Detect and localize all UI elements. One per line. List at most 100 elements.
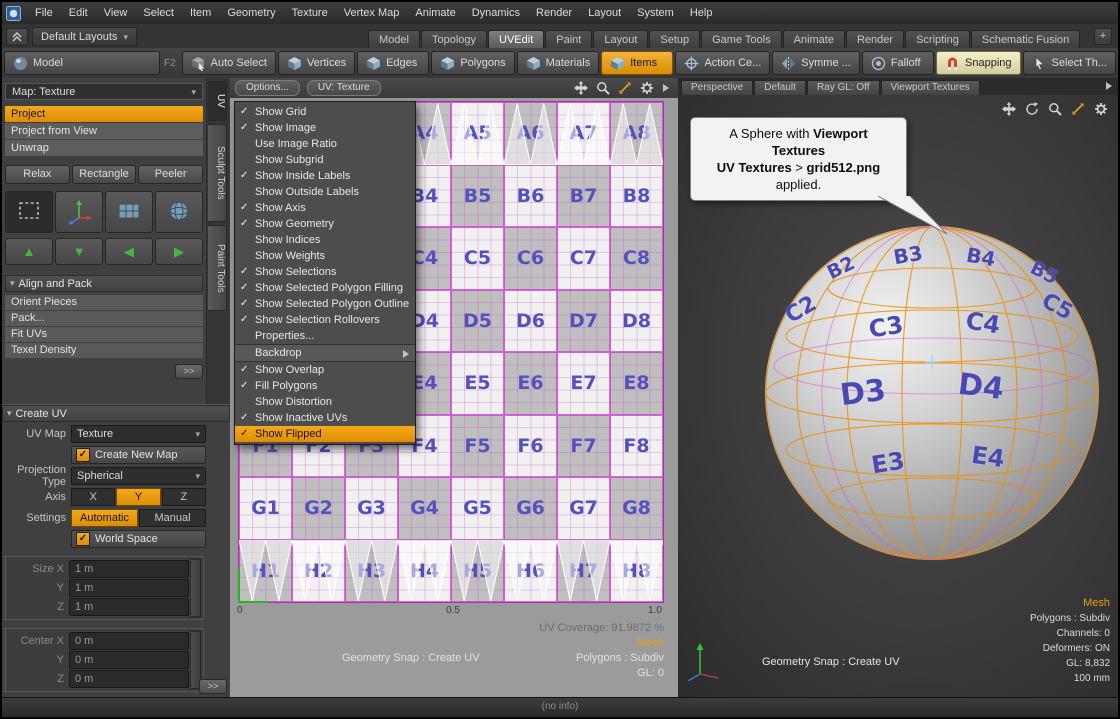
menu-option-show-overlap[interactable]: ✓Show Overlap — [235, 362, 415, 378]
axis-y-button[interactable]: Y — [116, 488, 160, 506]
layout-tab-paint[interactable]: Paint — [545, 30, 592, 48]
toolbar-button-edges[interactable]: Edges — [357, 51, 429, 75]
settings-automatic-button[interactable]: Automatic — [71, 509, 138, 527]
gear-icon[interactable] — [1094, 102, 1108, 116]
layout-tab-uvedit[interactable]: UVEdit — [488, 30, 544, 48]
zoom-icon[interactable] — [1048, 102, 1062, 116]
fit-view-icon[interactable] — [1071, 102, 1085, 116]
menu-option-show-selected-polygon-outline[interactable]: ✓Show Selected Polygon Outline — [235, 296, 415, 312]
fit-uvs-button[interactable]: Fit UVs — [5, 327, 203, 342]
menu-option-show-inactive-uvs[interactable]: ✓Show Inactive UVs — [235, 410, 415, 426]
uv-grid-cell-f6[interactable]: F6 — [504, 415, 557, 478]
toolbar-button-vertices[interactable]: Vertices — [278, 51, 355, 75]
align-pack-more-button[interactable]: >> — [175, 364, 203, 379]
layout-tab-layout[interactable]: Layout — [593, 30, 648, 48]
center-field-center-x[interactable]: 0 m — [69, 632, 189, 650]
menu-item-edit[interactable]: Edit — [61, 7, 96, 19]
size-mini-slider[interactable] — [190, 559, 201, 617]
layout-tab-animate[interactable]: Animate — [783, 30, 845, 48]
uv-grid-cell-d6[interactable]: D6 — [504, 290, 557, 353]
uv-grid-cell-g2[interactable]: G2 — [292, 477, 345, 540]
viewport-canvas[interactable]: B2B3B4B5C2C3C4C5D3D4E3E4 A Sphere with V… — [678, 95, 1118, 698]
uv-grid-cell-b6[interactable]: B6 — [504, 165, 557, 228]
uv-grid-cell-h1[interactable]: H1 — [239, 540, 292, 603]
layout-tab-schematic-fusion[interactable]: Schematic Fusion — [971, 30, 1080, 48]
list-item-project[interactable]: Project — [5, 106, 203, 122]
create-uv-header[interactable]: Create UV — [2, 405, 230, 422]
uv-grid-cell-c7[interactable]: C7 — [557, 227, 610, 290]
uv-grid-cell-g4[interactable]: G4 — [398, 477, 451, 540]
toolbar-button-falloff[interactable]: Falloff — [862, 51, 934, 75]
axis-z-button[interactable]: Z — [162, 488, 206, 506]
menu-option-fill-polygons[interactable]: ✓Fill Polygons — [235, 378, 415, 394]
uv-grid-cell-h2[interactable]: H2 — [292, 540, 345, 603]
uv-grid-cell-d7[interactable]: D7 — [557, 290, 610, 353]
move-right-button[interactable]: ▶ — [155, 238, 203, 265]
toolbar-button-items[interactable]: Items — [601, 51, 673, 75]
map-texture-dropdown[interactable]: Map: Texture — [5, 83, 203, 100]
menu-item-animate[interactable]: Animate — [407, 7, 463, 19]
menu-item-render[interactable]: Render — [528, 7, 580, 19]
viewport-tab-perspective[interactable]: Perspective — [681, 80, 753, 96]
uv-grid-cell-c8[interactable]: C8 — [610, 227, 663, 290]
uv-grid-cell-d8[interactable]: D8 — [610, 290, 663, 353]
tab-overflow-icon[interactable] — [1103, 81, 1115, 96]
menu-option-show-axis[interactable]: ✓Show Axis — [235, 200, 415, 216]
uv-grid-cell-a5[interactable]: A5 — [451, 102, 504, 165]
axis-x-button[interactable]: X — [71, 488, 115, 506]
uv-grid-cell-c6[interactable]: C6 — [504, 227, 557, 290]
menu-option-show-selected-polygon-filling[interactable]: ✓Show Selected Polygon Filling — [235, 280, 415, 296]
menu-item-dynamics[interactable]: Dynamics — [464, 7, 528, 19]
vertical-tab-sculpt-tools[interactable]: Sculpt Tools — [208, 124, 227, 222]
layout-tab-game-tools[interactable]: Game Tools — [701, 30, 782, 48]
model-preset-button[interactable]: Model — [4, 51, 160, 75]
relax-button[interactable]: Relax — [5, 165, 70, 184]
zoom-icon[interactable] — [596, 81, 610, 95]
viewport-tab-viewport-textures[interactable]: Viewport Textures — [881, 80, 980, 96]
menu-option-show-weights[interactable]: Show Weights — [235, 248, 415, 264]
uv-grid-cell-e5[interactable]: E5 — [451, 352, 504, 415]
pan-icon[interactable] — [1002, 102, 1016, 116]
uv-grid-cell-h8[interactable]: H8 — [610, 540, 663, 603]
align-and-pack-header[interactable]: Align and Pack — [5, 275, 203, 292]
size-field-z[interactable]: 1 m — [69, 598, 189, 616]
world-space-checkbox[interactable]: ✓ World Space — [71, 530, 206, 548]
pan-icon[interactable] — [574, 81, 588, 95]
menu-item-layout[interactable]: Layout — [580, 7, 629, 19]
uv-grid-cell-h3[interactable]: H3 — [345, 540, 398, 603]
pack-button[interactable]: Pack... — [5, 311, 203, 326]
menu-item-select[interactable]: Select — [135, 7, 182, 19]
uv-grid-cell-h4[interactable]: H4 — [398, 540, 451, 603]
uv-grid-cell-d5[interactable]: D5 — [451, 290, 504, 353]
list-item-unwrap[interactable]: Unwrap — [5, 140, 203, 156]
move-down-button[interactable]: ▼ — [55, 238, 103, 265]
menu-option-show-distortion[interactable]: Show Distortion — [235, 394, 415, 410]
uv-grid-cell-h5[interactable]: H5 — [451, 540, 504, 603]
transform-button[interactable] — [55, 191, 103, 233]
uv-grid-cell-h6[interactable]: H6 — [504, 540, 557, 603]
viewport-tab-ray-gl-off[interactable]: Ray GL: Off — [807, 80, 880, 96]
uv-grid-cell-b5[interactable]: B5 — [451, 165, 504, 228]
uv-grid-cell-b7[interactable]: B7 — [557, 165, 610, 228]
uv-grid-cell-g1[interactable]: G1 — [239, 477, 292, 540]
layout-tab-scripting[interactable]: Scripting — [905, 30, 970, 48]
uv-grid-cell-f7[interactable]: F7 — [557, 415, 610, 478]
menu-option-show-geometry[interactable]: ✓Show Geometry — [235, 216, 415, 232]
uv-grid-cell-g8[interactable]: G8 — [610, 477, 663, 540]
options-button[interactable]: Options... — [235, 80, 300, 96]
menu-option-show-grid[interactable]: ✓Show Grid — [235, 104, 415, 120]
rectangle-button[interactable]: Rectangle — [72, 165, 137, 184]
uv-texture-view-button[interactable]: UV: Texture — [307, 80, 381, 96]
menu-item-texture[interactable]: Texture — [284, 7, 336, 19]
menu-option-show-flipped[interactable]: ✓Show Flipped — [235, 426, 415, 442]
layout-tab-model[interactable]: Model — [368, 30, 420, 48]
toolbar-button-action-ce[interactable]: Action Ce... — [675, 51, 770, 75]
uv-map-dropdown[interactable]: Texture — [71, 425, 206, 443]
menu-option-show-indices[interactable]: Show Indices — [235, 232, 415, 248]
toolbar-button-materials[interactable]: Materials — [517, 51, 600, 75]
gear-icon[interactable] — [640, 81, 654, 95]
uv-grid-cell-e6[interactable]: E6 — [504, 352, 557, 415]
toolbar-button-polygons[interactable]: Polygons — [431, 51, 514, 75]
texel-density-button[interactable]: Texel Density — [5, 343, 203, 358]
create-new-map-checkbox[interactable]: ✓ Create New Map — [71, 446, 206, 464]
